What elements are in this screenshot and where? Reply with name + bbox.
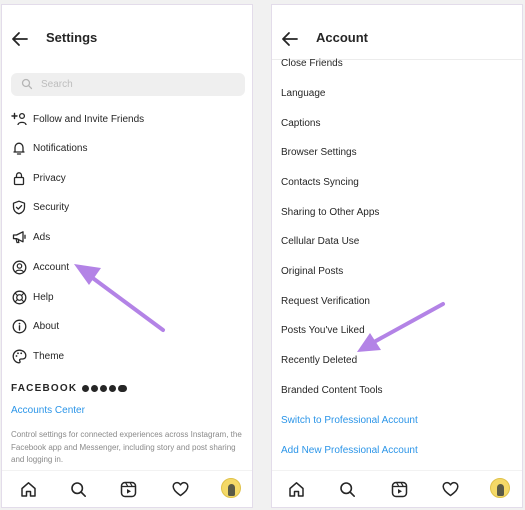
lifebuoy-icon xyxy=(11,289,27,305)
bottom-navigation xyxy=(2,470,252,507)
reels-icon[interactable] xyxy=(389,479,409,499)
search-icon[interactable] xyxy=(337,479,357,499)
profile-avatar[interactable] xyxy=(221,478,241,498)
megaphone-icon xyxy=(11,229,27,245)
menu-item-label: Follow and Invite Friends xyxy=(33,113,145,125)
back-arrow-icon[interactable] xyxy=(10,29,30,49)
portal-icon xyxy=(118,385,128,392)
meta-apps-icons xyxy=(82,385,129,392)
account-option-branded-content[interactable]: Branded Content Tools xyxy=(281,385,383,396)
search-icon[interactable] xyxy=(68,479,88,499)
menu-item-notifications[interactable]: Notifications xyxy=(2,134,252,162)
search-icon xyxy=(21,78,33,90)
palette-icon xyxy=(11,348,27,364)
account-option-request-verification[interactable]: Request Verification xyxy=(281,296,370,307)
account-option-sharing-other-apps[interactable]: Sharing to Other Apps xyxy=(281,207,379,218)
home-icon[interactable] xyxy=(286,479,306,499)
lock-icon xyxy=(11,170,27,186)
menu-item-label: Privacy xyxy=(33,172,66,184)
settings-header: Settings xyxy=(2,5,252,59)
search-field[interactable] xyxy=(11,73,245,96)
page-title: Settings xyxy=(46,30,98,45)
menu-item-security[interactable]: Security xyxy=(2,193,252,221)
account-option-browser-settings[interactable]: Browser Settings xyxy=(281,147,357,158)
profile-avatar[interactable] xyxy=(490,478,510,498)
menu-item-label: About xyxy=(33,320,60,332)
switch-professional-link[interactable]: Switch to Professional Account xyxy=(281,415,418,426)
heart-icon[interactable] xyxy=(440,479,460,499)
menu-item-ads[interactable]: Ads xyxy=(2,223,252,251)
facebook-icon xyxy=(82,385,90,392)
messenger-icon xyxy=(91,385,99,392)
accounts-center-link[interactable]: Accounts Center xyxy=(11,405,85,416)
menu-item-label: Theme xyxy=(33,350,65,362)
account-option-contacts-syncing[interactable]: Contacts Syncing xyxy=(281,177,359,188)
facebook-section-header: FACEBOOK xyxy=(11,383,129,394)
account-option-posts-liked[interactable]: Posts You've Liked xyxy=(281,325,365,336)
settings-screen: Settings Follow and Invite Friends Notif… xyxy=(1,4,253,508)
bell-icon xyxy=(11,140,27,156)
page-title: Account xyxy=(316,30,368,45)
account-header: Account xyxy=(272,5,522,60)
account-option-cellular-data[interactable]: Cellular Data Use xyxy=(281,236,359,247)
menu-item-about[interactable]: About xyxy=(2,312,252,340)
menu-item-privacy[interactable]: Privacy xyxy=(2,164,252,192)
back-arrow-icon[interactable] xyxy=(280,29,300,49)
account-option-original-posts[interactable]: Original Posts xyxy=(281,266,343,277)
search-input[interactable] xyxy=(41,75,231,94)
account-option-language[interactable]: Language xyxy=(281,88,326,99)
add-person-icon xyxy=(11,111,27,127)
instagram-icon xyxy=(100,385,108,392)
home-icon[interactable] xyxy=(18,479,38,499)
info-icon xyxy=(11,318,27,334)
menu-item-label: Account xyxy=(33,261,70,273)
account-option-recently-deleted[interactable]: Recently Deleted xyxy=(281,355,357,366)
account-screen: Account Close Friends Language Captions … xyxy=(271,4,523,508)
add-professional-link[interactable]: Add New Professional Account xyxy=(281,445,418,456)
account-option-captions[interactable]: Captions xyxy=(281,118,320,129)
facebook-heading: FACEBOOK xyxy=(11,383,78,394)
menu-item-follow-invite[interactable]: Follow and Invite Friends xyxy=(2,105,252,133)
accounts-center-description: Control settings for connected experienc… xyxy=(11,430,242,464)
person-circle-icon xyxy=(11,259,27,275)
menu-item-label: Notifications xyxy=(33,142,88,154)
account-option-close-friends[interactable]: Close Friends xyxy=(281,58,343,69)
menu-item-label: Ads xyxy=(33,231,51,243)
menu-item-account[interactable]: Account xyxy=(2,253,252,281)
shield-icon xyxy=(11,199,27,215)
menu-item-label: Help xyxy=(33,291,54,303)
whatsapp-icon xyxy=(109,385,117,392)
menu-item-label: Security xyxy=(33,201,70,213)
menu-item-theme[interactable]: Theme xyxy=(2,342,252,370)
bottom-navigation xyxy=(272,470,522,507)
reels-icon[interactable] xyxy=(118,479,138,499)
menu-item-help[interactable]: Help xyxy=(2,283,252,311)
heart-icon[interactable] xyxy=(170,479,190,499)
